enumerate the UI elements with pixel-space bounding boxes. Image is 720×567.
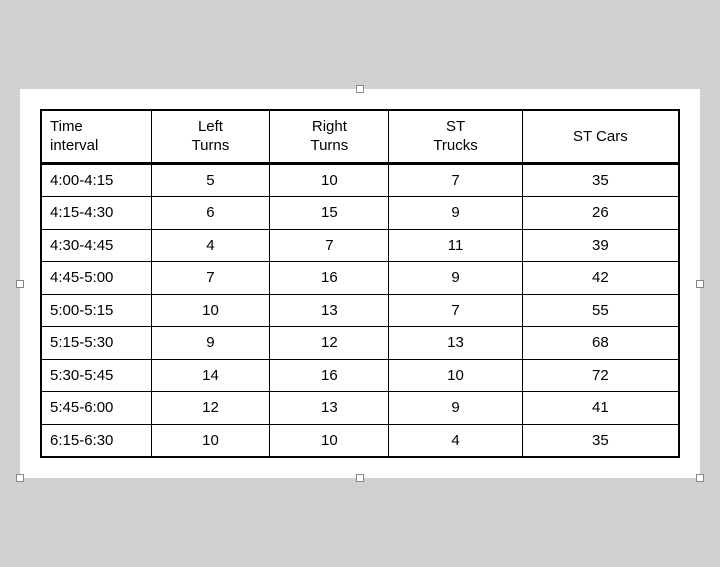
cell-time: 5:00-5:15 [41, 294, 151, 327]
resize-handle-top[interactable] [356, 85, 364, 93]
resize-handle-bottom-center[interactable] [356, 474, 364, 482]
table-row: 4:00-4:15510735 [41, 163, 679, 197]
cell-left: 5 [151, 163, 270, 197]
data-table: Time interval Left Turns Right Turns ST … [40, 109, 680, 459]
cell-right: 16 [270, 359, 389, 392]
cell-time: 4:15-4:30 [41, 197, 151, 230]
table-header-row: Time interval Left Turns Right Turns ST … [41, 110, 679, 164]
cell-right: 15 [270, 197, 389, 230]
cell-st-trucks: 4 [389, 424, 522, 457]
cell-right: 13 [270, 392, 389, 425]
cell-right: 10 [270, 424, 389, 457]
resize-handle-bottom-right[interactable] [696, 474, 704, 482]
cell-st-trucks: 9 [389, 392, 522, 425]
cell-time: 5:30-5:45 [41, 359, 151, 392]
header-time: Time interval [41, 110, 151, 164]
table-row: 4:30-4:45471139 [41, 229, 679, 262]
cell-left: 4 [151, 229, 270, 262]
header-st-trucks: ST Trucks [389, 110, 522, 164]
cell-st-cars: 68 [522, 327, 679, 360]
cell-st-cars: 35 [522, 424, 679, 457]
header-st-cars: ST Cars [522, 110, 679, 164]
cell-st-trucks: 11 [389, 229, 522, 262]
resize-handle-left[interactable] [16, 280, 24, 288]
table-row: 5:15-5:309121368 [41, 327, 679, 360]
table-row: 5:30-5:4514161072 [41, 359, 679, 392]
cell-st-trucks: 13 [389, 327, 522, 360]
table-container: Time interval Left Turns Right Turns ST … [20, 89, 700, 479]
cell-left: 14 [151, 359, 270, 392]
table-row: 6:15-6:301010435 [41, 424, 679, 457]
cell-st-trucks: 7 [389, 294, 522, 327]
cell-left: 10 [151, 424, 270, 457]
cell-right: 7 [270, 229, 389, 262]
cell-time: 5:15-5:30 [41, 327, 151, 360]
table-row: 5:00-5:151013755 [41, 294, 679, 327]
table-row: 4:45-5:00716942 [41, 262, 679, 295]
cell-st-trucks: 7 [389, 163, 522, 197]
cell-left: 7 [151, 262, 270, 295]
cell-right: 16 [270, 262, 389, 295]
cell-st-cars: 55 [522, 294, 679, 327]
cell-time: 5:45-6:00 [41, 392, 151, 425]
cell-right: 12 [270, 327, 389, 360]
resize-handle-right[interactable] [696, 280, 704, 288]
cell-left: 10 [151, 294, 270, 327]
cell-st-trucks: 9 [389, 262, 522, 295]
cell-st-cars: 26 [522, 197, 679, 230]
cell-st-trucks: 9 [389, 197, 522, 230]
cell-st-cars: 72 [522, 359, 679, 392]
cell-st-cars: 35 [522, 163, 679, 197]
cell-left: 9 [151, 327, 270, 360]
cell-time: 4:00-4:15 [41, 163, 151, 197]
cell-left: 12 [151, 392, 270, 425]
cell-right: 10 [270, 163, 389, 197]
cell-time: 4:30-4:45 [41, 229, 151, 262]
cell-right: 13 [270, 294, 389, 327]
header-left-turns: Left Turns [151, 110, 270, 164]
cell-time: 6:15-6:30 [41, 424, 151, 457]
cell-time: 4:45-5:00 [41, 262, 151, 295]
cell-st-cars: 41 [522, 392, 679, 425]
cell-st-trucks: 10 [389, 359, 522, 392]
cell-st-cars: 42 [522, 262, 679, 295]
cell-st-cars: 39 [522, 229, 679, 262]
table-row: 4:15-4:30615926 [41, 197, 679, 230]
table-row: 5:45-6:001213941 [41, 392, 679, 425]
resize-handle-bottom-left[interactable] [16, 474, 24, 482]
cell-left: 6 [151, 197, 270, 230]
header-right-turns: Right Turns [270, 110, 389, 164]
